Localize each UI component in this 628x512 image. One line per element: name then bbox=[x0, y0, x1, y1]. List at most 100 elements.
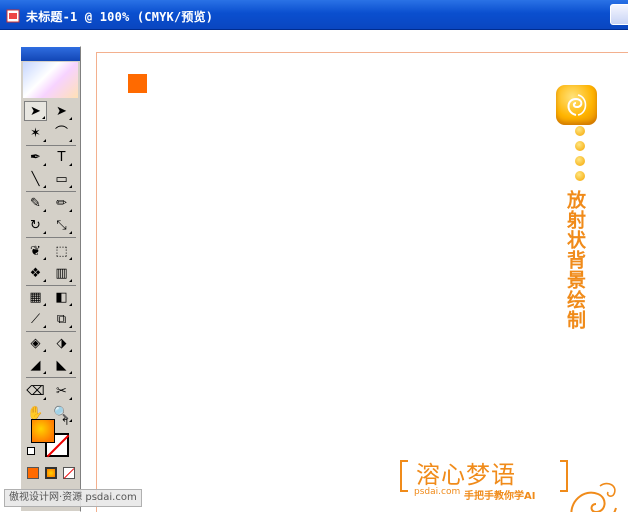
tool-flyout-indicator bbox=[43, 139, 46, 142]
tool-flyout-indicator bbox=[43, 303, 46, 306]
decor-dot bbox=[575, 141, 585, 151]
paintbrush-icon: ✎ bbox=[30, 195, 41, 211]
pencil-tool[interactable]: ✏ bbox=[50, 193, 73, 213]
decor-dot bbox=[575, 126, 585, 136]
rotate-icon: ↻ bbox=[30, 217, 41, 233]
tool-flyout-indicator bbox=[43, 257, 46, 260]
document-canvas[interactable]: 放射状背景绘制 溶心梦语 psdai.com 手把手教你学AI bbox=[0, 30, 628, 512]
free-transform-tool[interactable]: ⬚ bbox=[50, 241, 73, 261]
pencil-icon: ✏ bbox=[56, 195, 67, 211]
tool-group-separator bbox=[26, 145, 76, 146]
default-fill-stroke-icon[interactable] bbox=[27, 447, 35, 455]
gradient-icon: ◧ bbox=[55, 289, 68, 305]
watermark: 傲视设计网·资源 psdai.com bbox=[4, 489, 142, 507]
line-segment-icon: ╲ bbox=[31, 171, 40, 187]
tool-flyout-indicator bbox=[43, 325, 46, 328]
column-graph-tool[interactable]: ▥ bbox=[50, 263, 73, 283]
swap-fill-stroke-icon[interactable]: ↰ bbox=[61, 417, 69, 428]
pen-icon: ✒ bbox=[30, 149, 41, 165]
live-paint-selection-icon: ⬗ bbox=[56, 335, 67, 351]
tool-flyout-indicator bbox=[43, 371, 46, 374]
fill-swatch[interactable] bbox=[31, 419, 55, 443]
direct-selection-icon: ➤ bbox=[56, 103, 67, 119]
mesh-icon: ▦ bbox=[29, 289, 42, 305]
none-mode-button[interactable] bbox=[63, 467, 75, 479]
slice-select-tool[interactable]: ◣ bbox=[50, 355, 73, 375]
mesh-tool[interactable]: ▦ bbox=[24, 287, 47, 307]
lasso-icon: ⌒ bbox=[54, 125, 68, 141]
selection-icon: ➤ bbox=[30, 103, 41, 119]
type-tool[interactable]: T bbox=[50, 147, 73, 167]
blend-icon: ⧉ bbox=[56, 311, 67, 327]
tool-flyout-indicator bbox=[69, 303, 72, 306]
live-paint-selection-tool[interactable]: ⬗ bbox=[50, 333, 73, 353]
rotate-tool[interactable]: ↻ bbox=[24, 215, 47, 235]
color-mode-button[interactable] bbox=[27, 467, 39, 479]
tool-flyout-indicator bbox=[69, 349, 72, 352]
tool-flyout-indicator bbox=[43, 279, 46, 282]
direct-selection-tool[interactable]: ➤ bbox=[50, 101, 73, 121]
symbol-sprayer-tool[interactable]: ❖ bbox=[24, 263, 47, 283]
tools-panel[interactable]: ➤ ➤ ✶ ⌒ ✒ T ╲ ▭ ✎ ✏ ↻ ⤡ ❦ ⬚ ❖ ▥ ▦ ◧ ⟋ ⧉ ◈ ⬗ ◢ ◣ ⌫ ✂ ✋ 🔍 ↰ bbox=[20, 46, 81, 512]
tool-flyout-indicator bbox=[42, 116, 45, 119]
minimize-button[interactable] bbox=[610, 4, 628, 25]
tool-flyout-indicator bbox=[69, 185, 72, 188]
brand-logo: 溶心梦语 psdai.com 手把手教你学AI bbox=[400, 460, 568, 502]
selection-tool[interactable]: ➤ bbox=[24, 101, 47, 121]
fill-stroke-control[interactable]: ↰ bbox=[27, 417, 73, 461]
tool-flyout-indicator bbox=[69, 371, 72, 374]
symbol-sprayer-icon: ❖ bbox=[29, 265, 42, 281]
slice-tool[interactable]: ◢ bbox=[24, 355, 47, 375]
tool-flyout-indicator bbox=[69, 257, 72, 260]
rectangle-icon: ▭ bbox=[55, 171, 68, 187]
type-icon: T bbox=[57, 149, 66, 165]
tool-flyout-indicator bbox=[69, 163, 72, 166]
scale-icon: ⤡ bbox=[56, 217, 67, 233]
swirl-icon bbox=[567, 94, 587, 116]
gradient-tool[interactable]: ◧ bbox=[50, 287, 73, 307]
tools-panel-titlebar[interactable] bbox=[21, 47, 80, 61]
tool-flyout-indicator bbox=[69, 325, 72, 328]
tool-group-separator bbox=[26, 285, 76, 286]
line-segment-tool[interactable]: ╲ bbox=[24, 169, 47, 189]
rectangle-tool[interactable]: ▭ bbox=[50, 169, 73, 189]
brand-domain: psdai.com bbox=[414, 487, 461, 497]
pen-tool[interactable]: ✒ bbox=[24, 147, 47, 167]
swirl-logo-icon bbox=[556, 85, 597, 125]
scissors-icon: ✂ bbox=[56, 383, 67, 399]
tool-flyout-indicator bbox=[43, 209, 46, 212]
vertical-title: 放射状背景绘制 bbox=[564, 190, 586, 330]
tool-group-separator bbox=[26, 377, 76, 378]
document-icon bbox=[6, 9, 20, 23]
orange-square-shape[interactable] bbox=[128, 74, 147, 93]
lasso-tool[interactable]: ⌒ bbox=[50, 123, 73, 143]
paintbrush-tool[interactable]: ✎ bbox=[24, 193, 47, 213]
eyedropper-icon: ⟋ bbox=[30, 311, 41, 327]
scale-tool[interactable]: ⤡ bbox=[50, 215, 73, 235]
tool-group-separator bbox=[26, 191, 76, 192]
tool-flyout-indicator bbox=[43, 231, 46, 234]
warp-tool[interactable]: ❦ bbox=[24, 241, 47, 261]
gradient-mode-button[interactable] bbox=[45, 467, 57, 479]
eraser-icon: ⌫ bbox=[26, 383, 45, 399]
tool-flyout-indicator bbox=[43, 163, 46, 166]
window-title: 未标题-1 @ 100% (CMYK/预览) bbox=[26, 10, 214, 24]
artboard-border-left bbox=[96, 52, 97, 512]
tool-flyout-indicator bbox=[69, 209, 72, 212]
eraser-tool[interactable]: ⌫ bbox=[24, 381, 47, 401]
artboard-border-top bbox=[96, 52, 628, 53]
magic-wand-icon: ✶ bbox=[30, 125, 41, 141]
blend-tool[interactable]: ⧉ bbox=[50, 309, 73, 329]
scissors-tool[interactable]: ✂ bbox=[50, 381, 73, 401]
slice-select-icon: ◣ bbox=[56, 357, 67, 373]
decor-dot bbox=[575, 156, 585, 166]
warp-icon: ❦ bbox=[30, 243, 41, 259]
brand-bracket-left bbox=[400, 460, 408, 492]
tool-flyout-indicator bbox=[69, 117, 72, 120]
eyedropper-tool[interactable]: ⟋ bbox=[24, 309, 47, 329]
live-paint-bucket-tool[interactable]: ◈ bbox=[24, 333, 47, 353]
magic-wand-tool[interactable]: ✶ bbox=[24, 123, 47, 143]
tool-flyout-indicator bbox=[43, 349, 46, 352]
column-graph-icon: ▥ bbox=[55, 265, 68, 281]
window-titlebar[interactable]: 未标题-1 @ 100% (CMYK/预览) bbox=[0, 0, 628, 30]
